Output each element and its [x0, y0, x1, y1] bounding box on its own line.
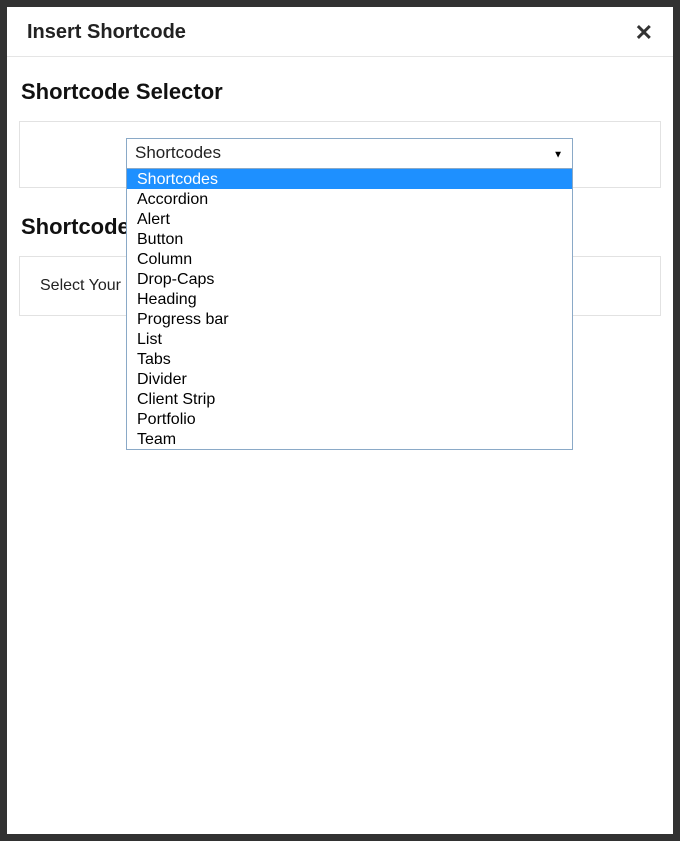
modal-body: Shortcode Selector Shortcodes ▼ Shortcod…	[7, 57, 673, 354]
dropdown-option-button[interactable]: Button	[127, 229, 572, 249]
modal-title: Insert Shortcode	[27, 21, 186, 44]
dropdown-option-alert[interactable]: Alert	[127, 209, 572, 229]
dropdown-option-divider[interactable]: Divider	[127, 369, 572, 389]
dropdown-option-heading[interactable]: Heading	[127, 289, 572, 309]
shortcode-dropdown-list: Shortcodes Accordion Alert Button Column…	[126, 168, 573, 450]
selector-panel: Shortcodes ▼ Shortcodes Accordion Alert …	[19, 121, 661, 188]
dropdown-option-column[interactable]: Column	[127, 249, 572, 269]
dropdown-option-drop-caps[interactable]: Drop-Caps	[127, 269, 572, 289]
dropdown-option-tabs[interactable]: Tabs	[127, 349, 572, 369]
dropdown-option-accordion[interactable]: Accordion	[127, 189, 572, 209]
dropdown-option-progress-bar[interactable]: Progress bar	[127, 309, 572, 329]
modal-header: Insert Shortcode ✕	[7, 7, 673, 57]
close-icon[interactable]: ✕	[635, 22, 653, 44]
dropdown-option-team[interactable]: Team	[127, 429, 572, 449]
dropdown-option-portfolio[interactable]: Portfolio	[127, 409, 572, 429]
dropdown-option-client-strip[interactable]: Client Strip	[127, 389, 572, 409]
shortcode-select[interactable]: Shortcodes	[126, 138, 573, 171]
dropdown-option-shortcodes[interactable]: Shortcodes	[127, 169, 572, 189]
window-frame: Insert Shortcode ✕ Shortcode Selector Sh…	[0, 0, 680, 841]
shortcode-select-wrap: Shortcodes ▼ Shortcodes Accordion Alert …	[126, 138, 573, 171]
dropdown-option-list[interactable]: List	[127, 329, 572, 349]
insert-shortcode-modal: Insert Shortcode ✕ Shortcode Selector Sh…	[7, 7, 673, 834]
shortcode-selector-heading: Shortcode Selector	[21, 79, 659, 105]
